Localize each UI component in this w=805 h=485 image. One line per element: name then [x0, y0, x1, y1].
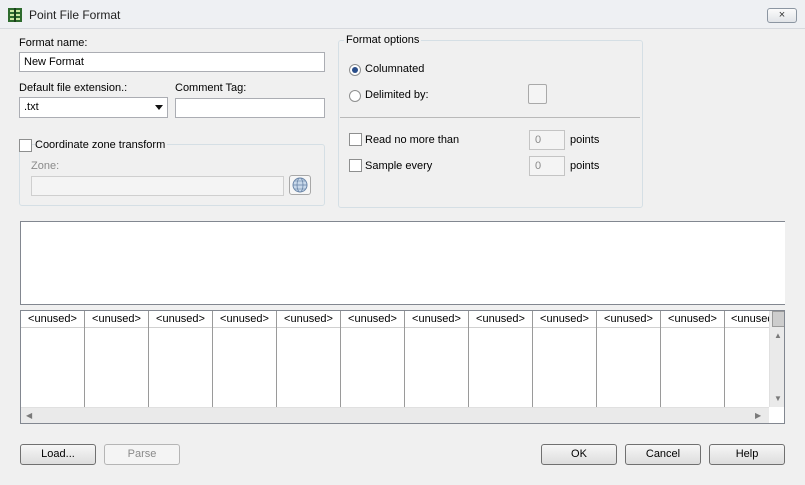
read-limit-label: Read no more than [365, 134, 460, 146]
help-button[interactable]: Help [709, 444, 785, 465]
delimiter-input[interactable] [528, 84, 547, 104]
scroll-thumb[interactable] [772, 311, 784, 327]
grid-column[interactable]: <unused> [405, 311, 469, 407]
grid-column[interactable]: <unused> [277, 311, 341, 407]
grid-column[interactable]: <unused> [85, 311, 149, 407]
zone-label: Zone: [31, 160, 60, 172]
columnated-label: Columnated [365, 63, 425, 75]
close-button[interactable]: × [767, 8, 797, 23]
read-limit-checkbox[interactable] [349, 133, 362, 146]
extension-value: .txt [24, 101, 39, 113]
zone-transform-group [19, 144, 325, 206]
column-header[interactable]: <unused> [85, 311, 148, 328]
read-limit-input[interactable]: 0 [529, 130, 565, 150]
app-icon [8, 8, 22, 22]
format-name-input[interactable]: New Format [19, 52, 325, 72]
comment-tag-label: Comment Tag: [175, 82, 247, 94]
globe-icon [292, 177, 308, 193]
zone-transform-label: Coordinate zone transform [35, 139, 168, 151]
column-header[interactable]: <unused> [149, 311, 212, 328]
ok-button[interactable]: OK [541, 444, 617, 465]
grid-column[interactable]: <unused> [725, 311, 784, 407]
divider [340, 117, 640, 118]
delimited-radio[interactable] [349, 90, 361, 102]
sample-input[interactable]: 0 [529, 156, 565, 176]
read-limit-unit: points [570, 134, 600, 146]
column-header[interactable]: <unused> [469, 311, 532, 328]
column-header[interactable]: <unused> [213, 311, 276, 328]
format-name-label: Format name: [19, 37, 88, 49]
zone-picker-button[interactable] [289, 175, 311, 195]
chevron-down-icon [155, 105, 163, 110]
parse-button[interactable]: Parse [104, 444, 180, 465]
close-icon: × [778, 9, 786, 21]
column-grid[interactable]: <unused> <unused> <unused> <unused> <unu… [20, 310, 785, 424]
columnated-radio[interactable] [349, 64, 361, 76]
grid-column[interactable]: <unused> [533, 311, 597, 407]
scroll-left-icon[interactable]: ◀ [26, 411, 32, 420]
file-preview-area[interactable] [20, 221, 785, 305]
cancel-button[interactable]: Cancel [625, 444, 701, 465]
column-header[interactable]: <unused> [341, 311, 404, 328]
vertical-scrollbar[interactable]: ▲ ▼ [769, 311, 784, 407]
extension-label: Default file extension.: [19, 82, 128, 94]
sample-unit: points [570, 160, 600, 172]
column-header[interactable]: <unused> [405, 311, 468, 328]
scroll-up-icon[interactable]: ▲ [774, 331, 782, 340]
grid-column[interactable]: <unused> [597, 311, 661, 407]
format-options-legend: Format options [344, 34, 422, 46]
grid-column[interactable]: <unused> [21, 311, 85, 407]
window-title: Point File Format [29, 8, 121, 22]
column-header[interactable]: <unused> [533, 311, 596, 328]
column-header[interactable]: <unused> [661, 311, 724, 328]
grid-column[interactable]: <unused> [149, 311, 213, 407]
grid-column[interactable]: <unused> [341, 311, 405, 407]
horizontal-scrollbar[interactable]: ◀ ▶ [21, 407, 769, 423]
column-header[interactable]: <unused> [21, 311, 84, 328]
column-header[interactable]: <unused> [597, 311, 660, 328]
grid-column[interactable]: <unused> [661, 311, 725, 407]
scroll-down-icon[interactable]: ▼ [774, 394, 782, 403]
zone-transform-checkbox[interactable] [19, 139, 32, 152]
extension-select[interactable]: .txt [19, 97, 168, 118]
scroll-right-icon[interactable]: ▶ [755, 411, 761, 420]
load-button[interactable]: Load... [20, 444, 96, 465]
sample-label: Sample every [365, 160, 433, 172]
grid-column[interactable]: <unused> [213, 311, 277, 407]
title-bar: Point File Format × [0, 0, 805, 29]
sample-checkbox[interactable] [349, 159, 362, 172]
zone-input[interactable] [31, 176, 284, 196]
delimited-label: Delimited by: [365, 89, 429, 101]
column-header[interactable]: <unused> [277, 311, 340, 328]
grid-column[interactable]: <unused> [469, 311, 533, 407]
comment-tag-input[interactable] [175, 98, 325, 118]
